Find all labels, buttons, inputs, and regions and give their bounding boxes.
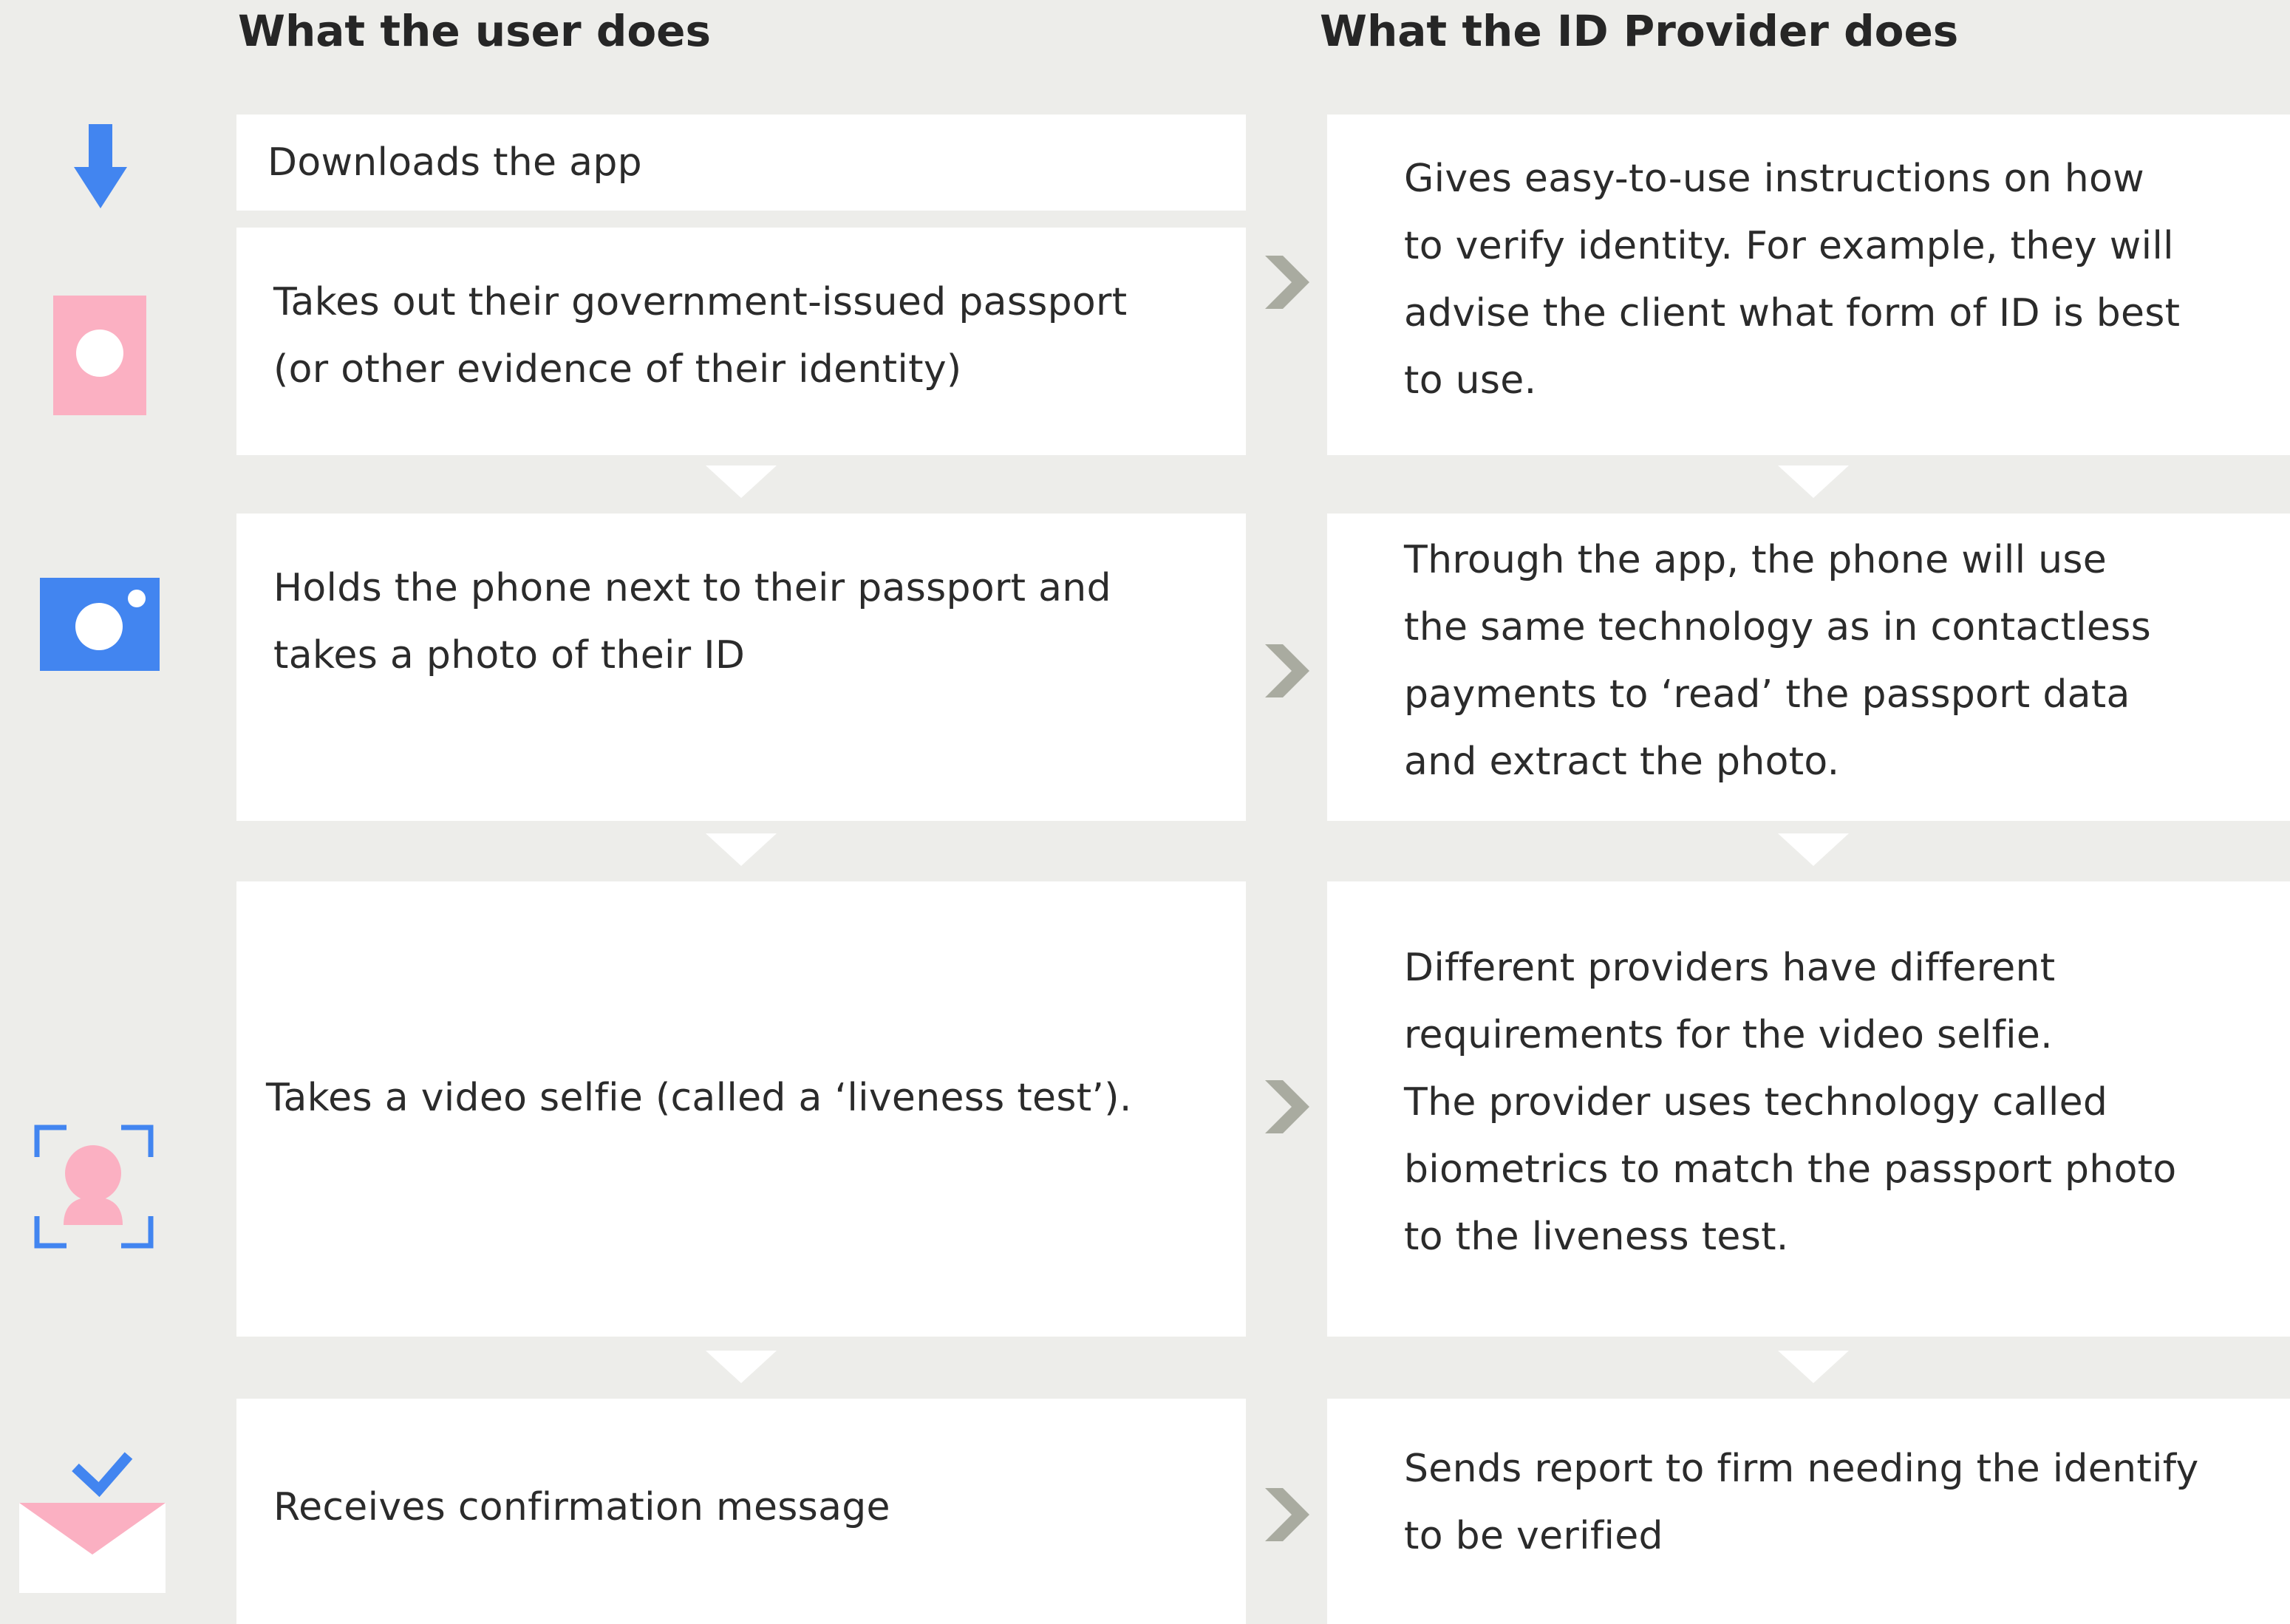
chevron-right-icon (1265, 1080, 1309, 1133)
user-step-box-1: Downloads the app (236, 115, 1246, 211)
provider-column-header: What the ID Provider does (1320, 6, 1959, 56)
provider-step-box-1: Gives easy-to-use instructions on how to… (1327, 115, 2290, 455)
user-step-box-5: Receives confirmation message (236, 1399, 1246, 1624)
flow-arrow-down (706, 1351, 777, 1383)
chevron-right-icon (1265, 644, 1309, 697)
user-step-box-3: Holds the phone next to their passport a… (236, 514, 1246, 821)
user-step-text-1: Downloads the app (267, 140, 642, 185)
user-step-text-2: Takes out their government-issued passpo… (273, 280, 1128, 392)
user-step-box-4: Takes a video selfie (called a ‘liveness… (236, 881, 1246, 1337)
passport-icon (53, 296, 146, 415)
chevron-right-icon (1265, 1488, 1309, 1541)
flow-arrow-down (1778, 833, 1849, 866)
user-step-text-4: Takes a video selfie (called a ‘liveness… (266, 1076, 1132, 1120)
flow-arrow-down (706, 465, 777, 498)
user-step-text-3: Holds the phone next to their passport a… (273, 566, 1111, 678)
camera-icon (40, 578, 160, 671)
user-step-text-5: Receives confirmation message (273, 1485, 890, 1529)
provider-step-text-1: Gives easy-to-use instructions on how to… (1404, 157, 2181, 403)
selfie-frame-icon (34, 1125, 154, 1249)
provider-step-text-4: Sends report to firm needing the identif… (1404, 1447, 2199, 1558)
provider-step-box-3: Different providers have different requi… (1327, 881, 2290, 1337)
user-column-header: What the user does (238, 6, 712, 56)
confirmation-envelope-icon (19, 1452, 166, 1593)
provider-step-box-2: Through the app, the phone will use the … (1327, 514, 2290, 821)
user-step-box-2: Takes out their government-issued passpo… (236, 228, 1246, 455)
download-arrow-icon (74, 124, 127, 208)
flow-arrow-down (1778, 1351, 1849, 1383)
flow-arrow-down (706, 833, 777, 866)
provider-step-text-2: Through the app, the phone will use the … (1404, 538, 2152, 784)
provider-step-box-4: Sends report to firm needing the identif… (1327, 1399, 2290, 1624)
flow-arrow-down (1778, 465, 1849, 498)
provider-step-text-3: Different providers have different requi… (1404, 946, 2177, 1259)
chevron-right-icon (1265, 256, 1309, 309)
